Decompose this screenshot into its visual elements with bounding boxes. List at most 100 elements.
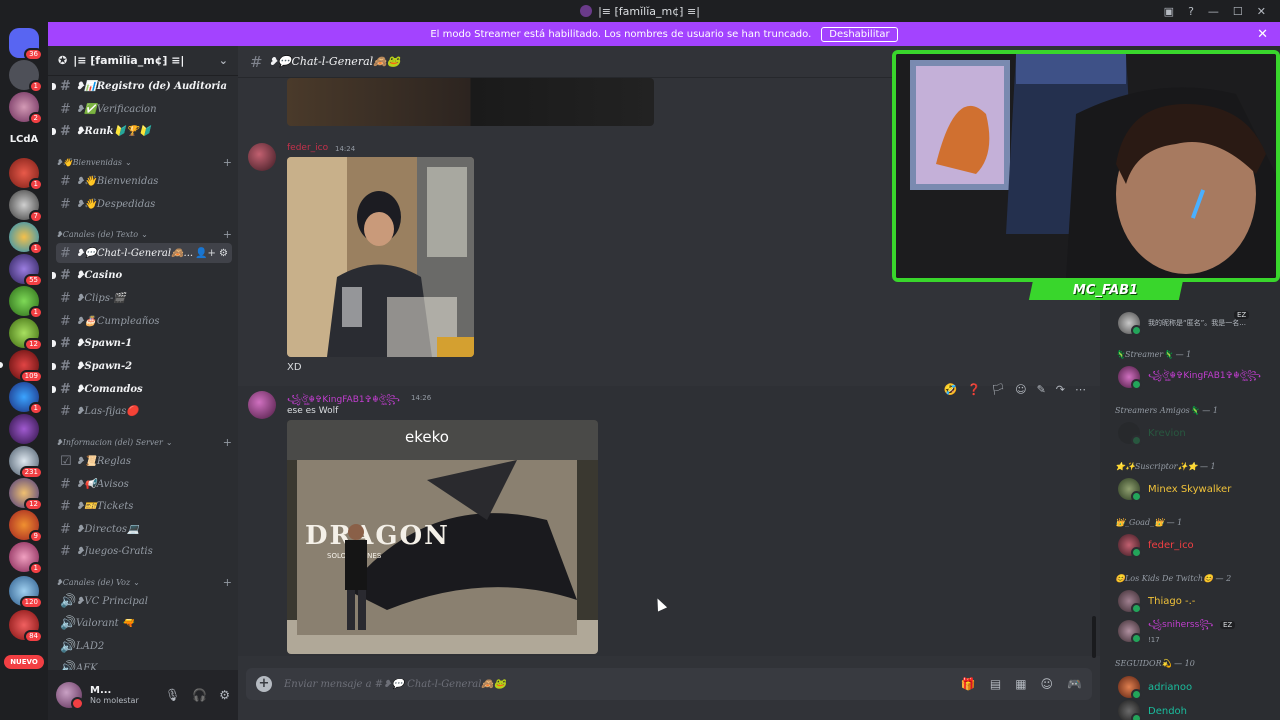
add-channel-icon[interactable]: + bbox=[223, 156, 232, 169]
channel-rank[interactable]: # ❥Rank🔰🏆🔰 bbox=[52, 121, 232, 141]
microphone-icon[interactable]: 🎙 bbox=[165, 688, 180, 702]
channel-reglas[interactable]: ☑ ❥📜Reglas bbox=[56, 451, 232, 471]
game-controller-icon[interactable]: 🎮 bbox=[1067, 677, 1082, 691]
server-icon[interactable]: 12 bbox=[9, 318, 43, 351]
reaction-question-icon[interactable]: ❓ bbox=[967, 383, 981, 396]
channel-spawn-2[interactable]: # ❥Spawn-2 bbox=[52, 356, 232, 376]
guild-header[interactable]: ✪ |≡ ⁅famĭlĭa_m¢⁆ ≡| ⌄ bbox=[48, 46, 238, 76]
close-icon[interactable]: ✕ bbox=[1257, 5, 1266, 18]
reply-icon[interactable]: ↷ bbox=[1056, 383, 1065, 396]
category-bienvenidas[interactable]: ❥👋Bienvenidas ⌄ + bbox=[56, 155, 232, 169]
disable-streamer-button[interactable]: Deshabilitar bbox=[821, 26, 898, 42]
add-channel-icon[interactable]: + bbox=[223, 228, 232, 241]
message-author[interactable]: feder_ico bbox=[287, 143, 328, 153]
member-item[interactable]: Thiago -.- bbox=[1118, 590, 1195, 614]
server-icon[interactable]: 120 bbox=[9, 576, 43, 609]
channel-registro[interactable]: # ❥📊Registro (de) Auditoria bbox=[52, 76, 232, 96]
new-badge[interactable]: NUEVO bbox=[4, 655, 44, 669]
server-icon[interactable]: 1 bbox=[9, 542, 43, 575]
channel-clips[interactable]: # ❥Clips-🎬 bbox=[56, 288, 232, 308]
member-item[interactable]: ꧁ঔৣ☬✞KingFAB1✞☬ঔৣ꧂ bbox=[1118, 366, 1261, 390]
server-icon[interactable]: 109 bbox=[9, 350, 43, 383]
folder-label[interactable]: LCdA bbox=[0, 134, 48, 145]
channel-juegos-gratis[interactable]: # ❥Juegos-Gratis bbox=[56, 541, 232, 561]
sticker-icon[interactable]: ▦ bbox=[1015, 677, 1026, 691]
reaction-laugh-icon[interactable]: 🤣 bbox=[944, 383, 958, 396]
member-group-header: Streamers Amigos🦎 — 1 bbox=[1115, 406, 1218, 415]
gif-icon[interactable]: ▤ bbox=[990, 677, 1001, 691]
channel-chat-general[interactable]: # ❥💬Chat-l-General🙈... 👤+ ⚙ bbox=[56, 243, 232, 263]
server-icon[interactable]: 2 bbox=[9, 92, 43, 125]
close-banner-icon[interactable]: ✕ bbox=[1257, 27, 1268, 42]
member-item[interactable]: ꧁sniherss꧂ !17 bbox=[1118, 618, 1213, 644]
member-item[interactable]: Minex Skywalker bbox=[1118, 478, 1231, 502]
server-icon[interactable]: 1 bbox=[9, 382, 43, 415]
server-icon[interactable]: 84 bbox=[9, 610, 43, 643]
message-composer: + 🎁 ▤ ▦ ☺ 🎮 bbox=[246, 668, 1092, 700]
channel-settings-icon[interactable]: 👤+ ⚙ bbox=[195, 248, 232, 259]
more-options-icon[interactable]: ⋯ bbox=[1075, 383, 1086, 396]
channel-tickets[interactable]: # ❥🎫Tickets bbox=[56, 496, 232, 516]
channel-directos[interactable]: # ❥Directos💻 bbox=[56, 519, 232, 539]
channel-despedidas[interactable]: # ❥👋Despedidas bbox=[56, 194, 232, 214]
server-icon[interactable]: 231 bbox=[9, 446, 43, 479]
server-icon[interactable]: 9 bbox=[9, 510, 43, 543]
server-icon[interactable]: 55 bbox=[9, 254, 43, 287]
server-icon[interactable]: 12 bbox=[9, 478, 43, 511]
server-icon[interactable] bbox=[9, 414, 39, 444]
server-icon[interactable]: 7 bbox=[9, 190, 43, 223]
banner-text: El modo Streamer está habilitado. Los no… bbox=[430, 28, 812, 40]
add-channel-icon[interactable]: + bbox=[223, 576, 232, 589]
channel-casino[interactable]: # ❥Casino bbox=[52, 265, 232, 285]
add-channel-icon[interactable]: + bbox=[223, 436, 232, 449]
voice-channel-lad2[interactable]: 🔊 LAD2 bbox=[56, 636, 232, 656]
member-item[interactable]: Dendoh bbox=[1118, 700, 1187, 720]
voice-channel-vc-principal[interactable]: 🔊 ❥VC Principal bbox=[56, 591, 232, 611]
add-attachment-icon[interactable]: + bbox=[256, 676, 272, 692]
category-voz[interactable]: ❥Canales (de) Voz ⌄ + bbox=[56, 575, 232, 589]
member-item[interactable]: Krevion bbox=[1118, 422, 1186, 446]
server-icon[interactable]: 1 bbox=[9, 222, 43, 255]
server-icon[interactable]: 1 bbox=[9, 60, 43, 93]
webcam-name-plate: MC_FAB1 bbox=[1028, 280, 1184, 300]
headphones-icon[interactable]: 🎧 bbox=[192, 688, 207, 702]
category-texto[interactable]: ❥Canales (de) Texto ⌄ + bbox=[56, 227, 232, 241]
ez-badge: EZ bbox=[1234, 311, 1250, 319]
channel-spawn-1[interactable]: # ❥Spawn-1 bbox=[52, 333, 232, 353]
message-input[interactable] bbox=[284, 678, 949, 690]
channel-bienvenidas[interactable]: # ❥👋Bienvenidas bbox=[56, 171, 232, 191]
attachment-image[interactable]: DRAGON SOLO EN CINES ekeko bbox=[287, 420, 598, 654]
maximize-icon[interactable]: ☐ bbox=[1233, 5, 1243, 18]
channel-avisos[interactable]: # ❥📢Avisos bbox=[56, 474, 232, 494]
add-reaction-icon[interactable]: ☺ bbox=[1015, 383, 1026, 396]
member-item[interactable]: feder_ico bbox=[1118, 534, 1194, 558]
gear-icon[interactable]: ⚙ bbox=[219, 688, 230, 702]
unread-indicator bbox=[52, 271, 56, 279]
channel-las-fijas[interactable]: # ❥Las-fijas🔴 bbox=[56, 401, 232, 421]
gift-icon[interactable]: 🎁 bbox=[961, 677, 976, 691]
discord-home-icon[interactable]: 36 bbox=[9, 28, 43, 61]
channel-cumpleanos[interactable]: # ❥🎂Cumpleaños bbox=[56, 311, 232, 331]
voice-channel-valorant[interactable]: 🔊 Valorant 🔫 bbox=[56, 613, 232, 633]
avatar[interactable] bbox=[248, 143, 276, 171]
chevron-down-icon[interactable]: ⌄ bbox=[219, 54, 228, 67]
avatar[interactable] bbox=[56, 682, 84, 710]
minimize-icon[interactable]: — bbox=[1208, 5, 1219, 18]
hash-icon: # bbox=[60, 381, 71, 397]
category-informacion[interactable]: ❥Informacion (del) Server ⌄ + bbox=[56, 435, 232, 449]
avatar[interactable] bbox=[248, 391, 276, 419]
inbox-icon[interactable]: ▣ bbox=[1164, 5, 1174, 18]
emoji-icon[interactable]: ☺ bbox=[1041, 677, 1054, 691]
reaction-rainbow-icon[interactable]: 🏳 bbox=[991, 383, 1005, 396]
member-item[interactable]: adrianoo bbox=[1118, 676, 1192, 700]
server-icon[interactable]: 1 bbox=[9, 286, 43, 319]
server-icon[interactable]: 1 bbox=[9, 158, 43, 191]
channel-comandos[interactable]: # ❥Comandos bbox=[52, 379, 232, 399]
channel-verificacion[interactable]: # ❥✅Verificacion bbox=[56, 99, 232, 119]
attachment-image[interactable] bbox=[287, 157, 474, 357]
attachment-image[interactable] bbox=[287, 78, 654, 126]
scrollbar[interactable] bbox=[1092, 616, 1096, 658]
help-icon[interactable]: ? bbox=[1188, 5, 1194, 18]
member-item[interactable]: 我的昵称是“匿名”。我是一名... bbox=[1118, 312, 1246, 336]
edit-icon[interactable]: ✎ bbox=[1037, 383, 1046, 396]
